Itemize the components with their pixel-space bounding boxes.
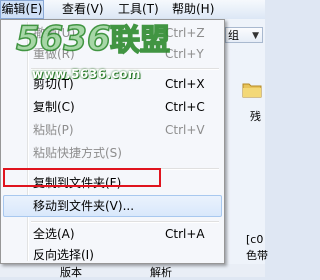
menu-item-label: 剪切(T) xyxy=(33,77,74,91)
menu-item-label: 全选(A) xyxy=(33,227,75,241)
menu-item-label: 粘贴快捷方式(S) xyxy=(33,146,122,160)
menu-item-shortcut: Ctrl+Y xyxy=(165,47,204,61)
menu-item-paste[interactable]: 粘贴(P) Ctrl+V xyxy=(3,119,222,141)
background-file-label: 色带 xyxy=(246,249,268,262)
folder-icon xyxy=(242,83,262,98)
organize-combo[interactable]: 组 ▼ xyxy=(225,27,263,43)
edit-menu-dropdown: 撤销(U) Ctrl+Z 重做(R) Ctrl+Y 剪切(T) Ctrl+X 复… xyxy=(0,19,225,264)
menu-bar: 编辑(E) 查看(V) 工具(T) 帮助(H) xyxy=(0,0,265,20)
menu-item-label: 粘贴(P) xyxy=(33,123,74,137)
menu-item-shortcut: Ctrl+X xyxy=(165,77,205,91)
menu-separator xyxy=(31,68,219,70)
menu-item-cut[interactable]: 剪切(T) Ctrl+X xyxy=(3,73,222,95)
menu-item-shortcut: Ctrl+C xyxy=(165,100,205,114)
menu-item-undo[interactable]: 撤销(U) Ctrl+Z xyxy=(3,22,222,44)
menu-item-label: 移动到文件夹(V)... xyxy=(33,199,135,213)
menu-item-shortcut: Ctrl+Z xyxy=(165,26,205,40)
menu-item-paste-shortcut[interactable]: 粘贴快捷方式(S) xyxy=(3,142,222,164)
menu-item-select-all[interactable]: 全选(A) Ctrl+A xyxy=(3,223,222,245)
menu-view[interactable]: 查看(V) xyxy=(62,0,104,19)
menu-item-invert-selection[interactable]: 反向选择(I) xyxy=(3,244,222,266)
menu-item-move-to-folder[interactable]: 移动到文件夹(V)... xyxy=(3,195,222,217)
menu-edit[interactable]: 编辑(E) xyxy=(0,0,44,19)
menu-item-shortcut: Ctrl+A xyxy=(165,227,205,241)
menu-item-label: 撤销(U) xyxy=(33,26,76,40)
menu-item-copy[interactable]: 复制(C) Ctrl+C xyxy=(3,96,222,118)
background-file-label: 解析 xyxy=(150,266,172,279)
menu-help[interactable]: 帮助(H) xyxy=(172,0,214,19)
background-file-label: 版本 xyxy=(60,266,82,279)
menu-item-label: 重做(R) xyxy=(33,47,75,61)
chevron-down-icon: ▼ xyxy=(252,31,259,41)
menu-item-label: 复制(C) xyxy=(33,100,75,114)
background-file-label: 残 xyxy=(250,110,261,123)
annotation-highlight-box xyxy=(3,168,161,187)
menu-item-shortcut: Ctrl+V xyxy=(165,123,205,137)
menu-item-label: 反向选择(I) xyxy=(33,248,94,262)
menu-tools[interactable]: 工具(T) xyxy=(118,0,159,19)
organize-combo-label: 组 xyxy=(228,29,239,42)
menu-item-redo[interactable]: 重做(R) Ctrl+Y xyxy=(3,43,222,65)
background-file-label: [c0 xyxy=(246,233,264,246)
